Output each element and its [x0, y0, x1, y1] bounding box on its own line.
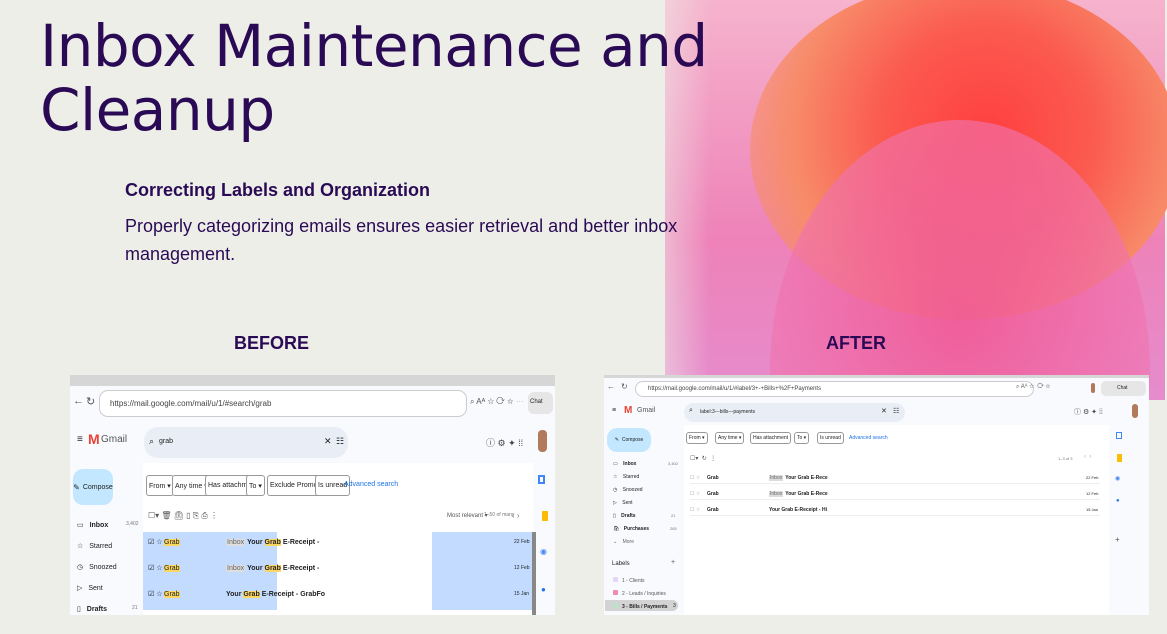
sidebar-item-snoozed[interactable]: ◷ Snoozed — [77, 563, 117, 571]
avatar[interactable] — [538, 430, 547, 452]
filter-options-icon[interactable]: ☷ — [893, 407, 899, 415]
label-item[interactable]: 2 - Leads / Inquiries — [613, 590, 666, 597]
calendar-icon[interactable] — [1116, 432, 1122, 439]
address-bar[interactable]: https://mail.google.com/mail/u/1/#search… — [99, 390, 467, 417]
header-icons[interactable]: ⓘ ⚙ ✦ ⁞⁞ — [1074, 407, 1103, 417]
label-item-active[interactable]: 3 - Bills / Payments 3 — [605, 600, 678, 611]
bulk-actions-toolbar[interactable]: ☐▾ 🗑 ⏲ ▯ ⎘ ⎙ ⋮ — [148, 511, 218, 521]
after-screenshot: ← ↻ https://mail.google.com/mail/u/1/#la… — [604, 375, 1149, 615]
chat-button[interactable]: Chat — [1101, 381, 1146, 396]
add-label-icon[interactable]: + — [671, 559, 675, 566]
email-row[interactable]: ☐ ☆ Grab Your Grab E-Receipt - Hi 15 Jan — [690, 504, 1100, 516]
sidebar-item-sent[interactable]: ▷ Sent — [77, 584, 103, 592]
keep-icon[interactable] — [1117, 454, 1122, 462]
tasks-icon[interactable]: ◉ — [1115, 475, 1120, 482]
before-caption: BEFORE — [234, 333, 310, 353]
sidebar-item-sent[interactable]: ▷ Sent — [613, 500, 633, 506]
filter-to[interactable]: To ▾ — [794, 432, 810, 444]
chat-button[interactable]: Chat — [528, 392, 553, 414]
browser-toolbar-icons[interactable]: ⌕ Aᴬ ☆ ⟳ ✩ ⋯ — [470, 397, 524, 407]
sidebar-item-snoozed[interactable]: ◷ Snoozed — [613, 487, 643, 493]
tasks-icon[interactable]: ◉ — [540, 547, 547, 556]
clear-icon[interactable]: ✕ — [881, 407, 887, 415]
avatar[interactable] — [1132, 404, 1138, 418]
search-icon: ⌕ — [689, 407, 693, 414]
email-row[interactable]: ☐ ☆ Grab Inbox Your Grab E-Rece 12 Feb — [690, 488, 1100, 500]
advanced-search-link[interactable]: Advanced search — [344, 481, 398, 488]
header-icons[interactable]: ⓘ ⚙ ✦ ⁞⁞ — [486, 436, 523, 449]
filter-options-icon[interactable]: ☷ — [336, 436, 344, 447]
menu-icon[interactable]: ≡ — [612, 407, 616, 414]
after-caption: AFTER — [826, 333, 886, 353]
reload-icon[interactable]: ↻ — [86, 395, 95, 408]
slide-body: Properly categorizing emails ensures eas… — [125, 216, 678, 264]
sidebar-item-more[interactable]: ⌄ More — [613, 539, 634, 545]
gmail-logo-icon[interactable]: M — [624, 405, 632, 416]
pagination-arrows[interactable]: ‹ › — [1084, 454, 1091, 460]
browser-profile-avatar[interactable] — [1091, 383, 1095, 393]
address-bar[interactable]: https://mail.google.com/mail/u/1/#label/… — [635, 381, 1034, 397]
compose-button[interactable]: ✎ Compose — [607, 428, 651, 452]
sidebar-item-purchases[interactable]: 🛍 Purchases — [613, 526, 649, 532]
back-icon[interactable]: ← — [73, 395, 84, 407]
compose-button[interactable]: ✎ Compose — [73, 469, 113, 505]
filter-from[interactable]: From ▾ — [146, 475, 174, 496]
sidebar-item-inbox[interactable]: ▭ Inbox — [613, 461, 636, 467]
menu-icon[interactable]: ≡ — [77, 434, 83, 445]
pagination-range: 1–3 of 3 — [1058, 456, 1073, 461]
sort-dropdown[interactable]: Most relevant ▾ — [447, 512, 488, 519]
before-screenshot: ← ↻ https://mail.google.com/mail/u/1/#se… — [70, 375, 555, 615]
email-row[interactable]: ☑ ☆ Grab Your Grab E-Receipt - GrabFo 15 Ja… — [148, 590, 529, 598]
labels-heading: Labels — [612, 561, 630, 567]
slide-title: Inbox Maintenance and Cleanup — [40, 12, 708, 144]
browser-toolbar-icons[interactable]: ⌕ Aᴬ ☆ ⟳ ✩ — [1016, 384, 1050, 391]
email-row[interactable]: ☐ ☆ Grab Inbox Your Grab E-Rece 22 Feb — [690, 472, 1100, 484]
search-input[interactable]: ⌕ grab ✕ ☷ — [144, 427, 348, 458]
filter-has-attachment[interactable]: Has attachment — [750, 432, 792, 444]
browser-tab-strip — [604, 375, 1149, 378]
gmail-wordmark: Gmail — [637, 407, 656, 414]
filter-any-time[interactable]: Any time ▾ — [715, 432, 745, 444]
search-input[interactable]: ⌕ label:3---bills---payments ✕ ☷ — [684, 403, 905, 422]
sidebar-item-starred[interactable]: ☆ Starred — [77, 542, 112, 550]
clear-icon[interactable]: ✕ — [324, 436, 332, 447]
browser-tab-strip — [70, 375, 555, 386]
gmail-logo-icon[interactable]: M — [88, 431, 100, 447]
keep-icon[interactable] — [542, 511, 548, 521]
advanced-search-link[interactable]: Advanced search — [849, 435, 888, 441]
mail-panel — [684, 425, 1109, 615]
contacts-icon[interactable]: ● — [1116, 498, 1120, 504]
sidebar-item-inbox[interactable]: ▭ Inbox — [77, 521, 108, 529]
pagination-arrows[interactable]: ‹ › — [512, 511, 520, 520]
back-icon[interactable]: ← — [607, 382, 615, 391]
search-icon: ⌕ — [149, 436, 155, 446]
calendar-icon[interactable] — [538, 475, 545, 484]
sidebar-item-drafts[interactable]: ▯ Drafts — [613, 513, 636, 519]
add-addon-icon[interactable]: + — [1115, 535, 1120, 544]
filter-to[interactable]: To ▾ — [246, 475, 265, 496]
sidebar-item-drafts[interactable]: ▯ Drafts — [77, 605, 107, 613]
pagination-range: 1–50 of many — [484, 512, 515, 518]
scrollbar[interactable] — [532, 532, 536, 615]
email-row[interactable]: ☑ ☆ Grab Inbox Your Grab E-Receipt -22 Feb — [148, 538, 530, 546]
slide-subtitle: Correcting Labels and Organization — [125, 180, 431, 200]
contacts-icon[interactable]: ● — [541, 585, 546, 594]
filter-from[interactable]: From ▾ — [686, 432, 708, 444]
sidebar-item-starred[interactable]: ☆ Starred — [613, 474, 639, 480]
gmail-wordmark: Gmail — [101, 434, 128, 445]
email-row[interactable]: ☑ ☆ Grab Inbox Your Grab E-Receipt -12 Feb — [148, 564, 530, 572]
filter-is-unread[interactable]: Is unread — [817, 432, 844, 444]
label-item[interactable]: 1 - Clients — [613, 577, 645, 584]
bulk-actions-toolbar[interactable]: ☐▾ ↻ ⋮ — [690, 455, 716, 462]
reload-icon[interactable]: ↻ — [621, 382, 628, 391]
